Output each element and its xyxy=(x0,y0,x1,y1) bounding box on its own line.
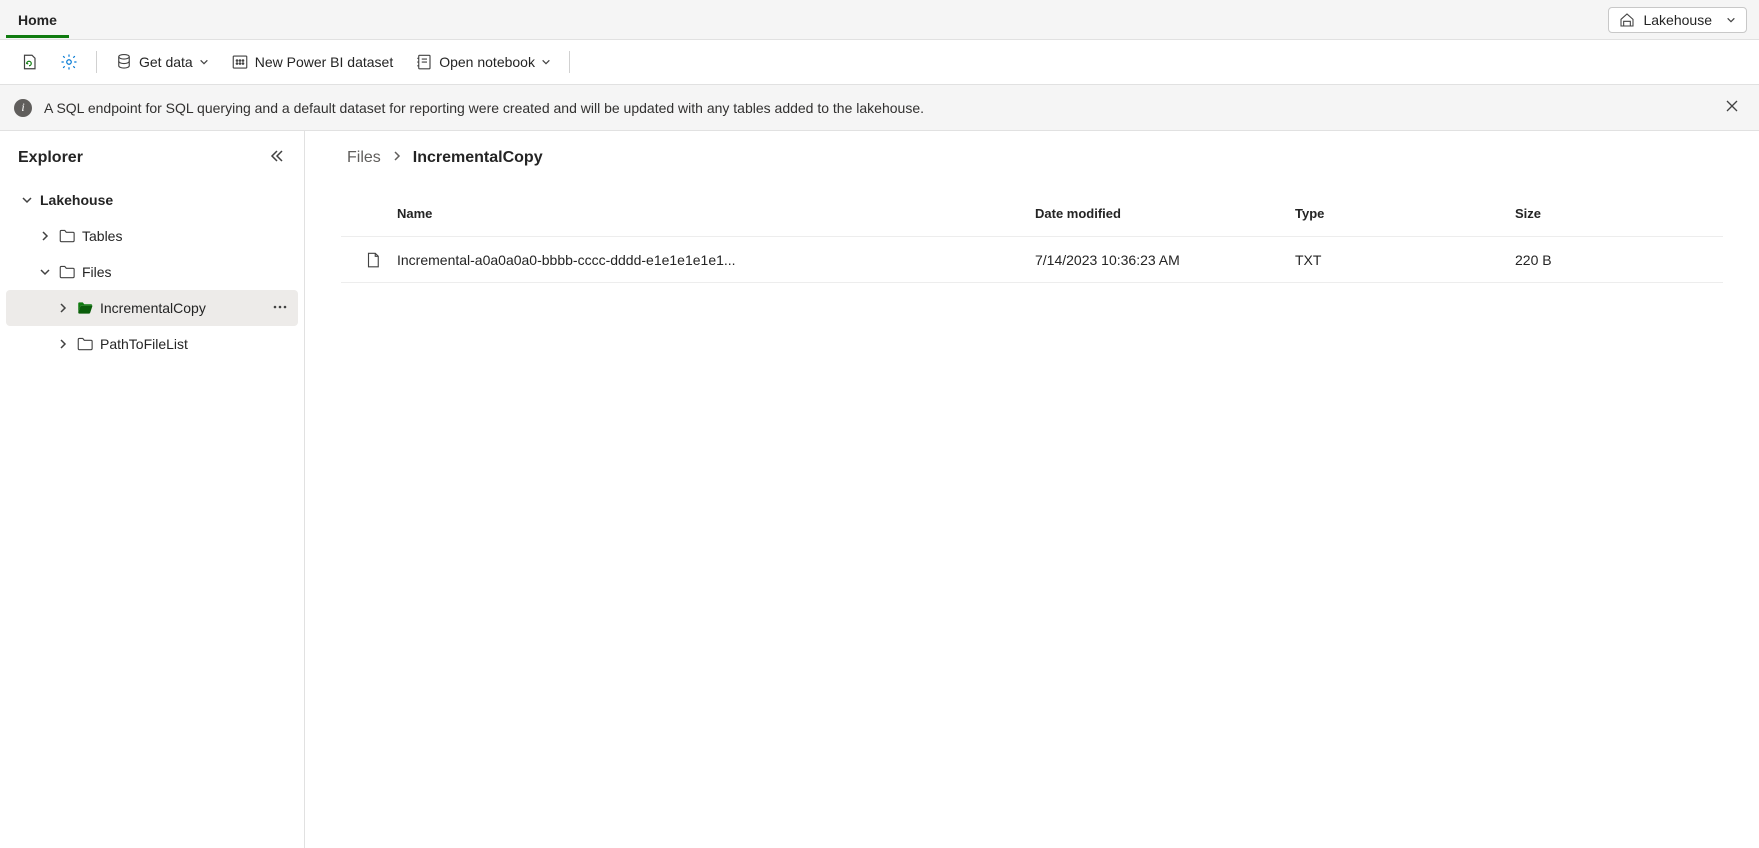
open-notebook-label: Open notebook xyxy=(439,54,535,70)
explorer-panel: Explorer Lakehouse Ta xyxy=(0,131,305,848)
col-type[interactable]: Type xyxy=(1295,206,1515,221)
tree-node-incrementalcopy[interactable]: IncrementalCopy xyxy=(6,290,298,326)
breadcrumb: Files IncrementalCopy xyxy=(341,149,1723,167)
chevron-double-left-icon xyxy=(270,149,284,163)
collapse-explorer-button[interactable] xyxy=(266,145,288,170)
info-bar: i A SQL endpoint for SQL querying and a … xyxy=(0,85,1759,131)
info-icon: i xyxy=(14,99,32,117)
tree-node-pathtofilelist[interactable]: PathToFileList xyxy=(6,326,298,362)
chevron-down-icon xyxy=(541,57,551,67)
toolbar-separator xyxy=(96,51,97,73)
open-notebook-button[interactable]: Open notebook xyxy=(407,47,559,77)
breadcrumb-current: IncrementalCopy xyxy=(413,149,543,167)
col-modified[interactable]: Date modified xyxy=(1035,206,1295,221)
tree-node-tables[interactable]: Tables xyxy=(6,218,298,254)
settings-button[interactable] xyxy=(52,47,86,77)
get-data-label: Get data xyxy=(139,54,193,70)
file-table: Name Date modified Type Size Incremental… xyxy=(341,191,1723,283)
cell-modified: 7/14/2023 10:36:23 AM xyxy=(1035,252,1295,268)
more-horizontal-icon xyxy=(272,299,288,315)
lakehouse-view-label: Lakehouse xyxy=(1643,12,1712,28)
explorer-header: Explorer xyxy=(0,141,304,182)
folder-icon xyxy=(58,227,76,245)
toolbar-separator xyxy=(569,51,570,73)
folder-icon xyxy=(58,263,76,281)
tree-label: PathToFileList xyxy=(100,336,290,352)
explorer-tree: Lakehouse Tables Files xyxy=(0,182,304,362)
cell-type: TXT xyxy=(1295,252,1515,268)
col-size[interactable]: Size xyxy=(1515,206,1715,221)
chevron-down-icon xyxy=(1726,15,1736,25)
gear-icon xyxy=(60,53,78,71)
breadcrumb-parent[interactable]: Files xyxy=(347,149,381,167)
tree-node-lakehouse[interactable]: Lakehouse xyxy=(6,182,298,218)
notebook-icon xyxy=(415,53,433,71)
folder-icon xyxy=(76,335,94,353)
table-row[interactable]: Incremental-a0a0a0a0-bbbb-cccc-dddd-e1e1… xyxy=(341,237,1723,283)
tab-home[interactable]: Home xyxy=(6,2,69,38)
cell-name: Incremental-a0a0a0a0-bbbb-cccc-dddd-e1e1… xyxy=(397,252,1035,268)
chevron-down-icon xyxy=(38,265,52,279)
lakehouse-view-dropdown[interactable]: Lakehouse xyxy=(1608,7,1747,33)
database-icon xyxy=(115,53,133,71)
more-options-button[interactable] xyxy=(270,297,290,320)
new-dataset-label: New Power BI dataset xyxy=(255,54,394,70)
refresh-icon xyxy=(20,53,38,71)
tree-label: IncrementalCopy xyxy=(100,300,264,316)
tree-label: Lakehouse xyxy=(40,192,290,208)
chevron-down-icon xyxy=(199,57,209,67)
info-close-button[interactable] xyxy=(1719,93,1745,122)
explorer-title: Explorer xyxy=(18,149,83,167)
dataset-icon xyxy=(231,53,249,71)
close-icon xyxy=(1725,99,1739,113)
chevron-right-icon xyxy=(38,229,52,243)
folder-open-icon xyxy=(76,299,94,317)
info-message: A SQL endpoint for SQL querying and a de… xyxy=(44,100,1707,116)
file-icon xyxy=(364,250,382,270)
lakehouse-icon xyxy=(1619,12,1635,28)
top-header: Home Lakehouse xyxy=(0,0,1759,40)
tree-node-files[interactable]: Files xyxy=(6,254,298,290)
col-name[interactable]: Name xyxy=(397,206,1035,221)
tree-label: Files xyxy=(82,264,290,280)
main-content: Files IncrementalCopy Name Date modified… xyxy=(305,131,1759,848)
tree-label: Tables xyxy=(82,228,290,244)
get-data-button[interactable]: Get data xyxy=(107,47,217,77)
cell-size: 220 B xyxy=(1515,252,1715,268)
new-dataset-button[interactable]: New Power BI dataset xyxy=(223,47,402,77)
chevron-right-icon xyxy=(391,149,403,167)
refresh-button[interactable] xyxy=(12,47,46,77)
toolbar: Get data New Power BI dataset Open noteb… xyxy=(0,40,1759,85)
chevron-right-icon xyxy=(56,301,70,315)
chevron-down-icon xyxy=(20,193,34,207)
file-table-header: Name Date modified Type Size xyxy=(341,191,1723,237)
body: Explorer Lakehouse Ta xyxy=(0,131,1759,848)
chevron-right-icon xyxy=(56,337,70,351)
